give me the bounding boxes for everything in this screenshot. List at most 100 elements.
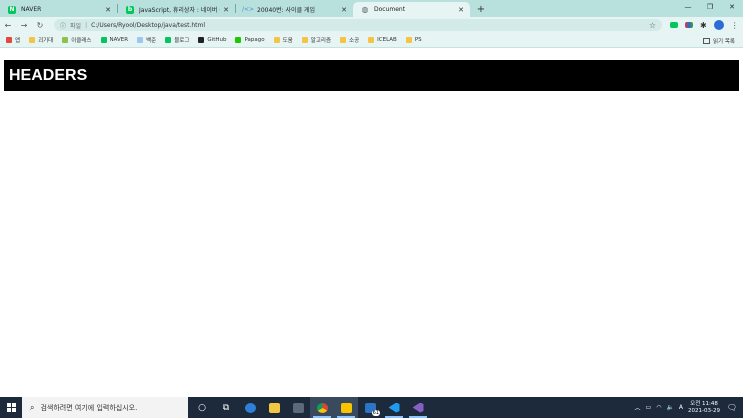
bookmark-item[interactable]: 블로그 bbox=[165, 36, 189, 44]
task-view-icon[interactable]: ⧉ bbox=[214, 397, 238, 418]
bookmark-star-icon[interactable]: ☆ bbox=[649, 21, 656, 30]
chevron-up-icon[interactable]: ︿ bbox=[635, 403, 641, 412]
bookmark-label: 앱 bbox=[15, 38, 21, 44]
start-button[interactable] bbox=[0, 397, 22, 418]
browser-tab-strip: N NAVER ✕ b JavaScript, 휴리상자 : 네이버 블 ✕ /… bbox=[0, 0, 743, 17]
close-icon[interactable]: ✕ bbox=[458, 6, 464, 14]
clock-date: 2021-03-29 bbox=[688, 407, 720, 414]
edge-legacy-icon[interactable] bbox=[238, 397, 262, 418]
folder-icon bbox=[301, 37, 308, 43]
minimize-button[interactable]: — bbox=[677, 0, 699, 14]
naver-extension-icon[interactable] bbox=[670, 22, 678, 28]
bookmark-label: GitHub bbox=[207, 37, 227, 43]
bookmark-item[interactable]: 소공 bbox=[340, 36, 359, 44]
search-placeholder: 검색하려면 여기에 입력하십시오. bbox=[40, 403, 138, 412]
forward-arrow-icon[interactable]: → bbox=[16, 21, 32, 30]
puzzle-extensions-icon[interactable]: ✱ bbox=[700, 21, 707, 30]
visual-studio-icon[interactable] bbox=[406, 397, 430, 418]
network-icon[interactable]: ◠ bbox=[656, 404, 661, 411]
cortana-icon[interactable]: ○ bbox=[190, 397, 214, 418]
naver-icon bbox=[100, 37, 107, 43]
bookmark-item[interactable]: 도움 bbox=[273, 36, 293, 44]
bookmark-label: 알고리즘 bbox=[310, 38, 332, 44]
bookmark-item[interactable]: NAVER bbox=[100, 37, 129, 43]
bookmark-item[interactable]: Papago bbox=[235, 37, 265, 43]
new-tab-button[interactable]: + bbox=[474, 2, 488, 17]
reading-list-label: 읽기 목록 bbox=[713, 38, 735, 45]
globe-icon: ◍ bbox=[361, 5, 369, 14]
tab-title: 20040번: 사이클 게임 bbox=[257, 7, 316, 14]
baekjoon-icon bbox=[137, 37, 144, 43]
bookmark-label: PS bbox=[414, 37, 422, 43]
papago-icon bbox=[235, 37, 242, 43]
bookmark-label: Papago bbox=[244, 37, 265, 43]
clock-time: 오전 11:48 bbox=[690, 400, 718, 407]
reading-list-icon bbox=[703, 37, 710, 44]
mail-icon[interactable]: 61 bbox=[358, 397, 382, 418]
vscode-icon[interactable] bbox=[382, 397, 406, 418]
github-icon bbox=[198, 37, 205, 43]
bookmarks-bar: 앱 괴기대 이클래스 NAVER 백준 블로그 GitHub Papago 도움 알고리즘 소공 IC… bbox=[0, 33, 743, 48]
bookmark-item[interactable]: ICELAB bbox=[368, 37, 397, 43]
info-icon[interactable]: ⓘ bbox=[60, 21, 66, 30]
page-viewport: HEADERS bbox=[0, 49, 743, 397]
bookmark-item[interactable]: 괴기대 bbox=[29, 36, 53, 44]
bookmark-item[interactable]: GitHub bbox=[198, 37, 226, 43]
profile-avatar-icon[interactable] bbox=[713, 20, 724, 30]
bookmark-item[interactable]: 백준 bbox=[137, 36, 156, 44]
folder-icon bbox=[273, 37, 280, 43]
battery-icon[interactable]: ▭ bbox=[646, 404, 652, 411]
file-explorer-icon[interactable] bbox=[262, 397, 286, 418]
ime-indicator[interactable]: A bbox=[679, 404, 683, 411]
close-icon[interactable]: ✕ bbox=[223, 6, 229, 14]
bookmark-item[interactable]: PS bbox=[405, 37, 422, 43]
windows-taskbar: ⌕ 검색하려면 여기에 입력하십시오. ○ ⧉ 61 ︿ ▭ ◠ 🔈 A 오전 … bbox=[0, 397, 743, 418]
folder-icon bbox=[368, 37, 375, 43]
search-icon: ⌕ bbox=[30, 402, 35, 412]
bookmark-label: 블로그 bbox=[174, 38, 190, 44]
folder-icon bbox=[405, 37, 412, 43]
tab-title: JavaScript, 휴리상자 : 네이버 블 bbox=[139, 7, 221, 14]
bookmark-label: 괴기대 bbox=[38, 38, 54, 44]
reading-list-button[interactable]: 읽기 목록 bbox=[703, 33, 735, 48]
calculator-icon[interactable] bbox=[286, 397, 310, 418]
bookmark-label: NAVER bbox=[109, 37, 129, 43]
back-arrow-icon[interactable]: ← bbox=[0, 21, 16, 30]
browser-toolbar: ← → ↻ ⓘ 파일 | C:/Users/Ryool/Desktop/java… bbox=[0, 17, 743, 33]
taskbar-search[interactable]: ⌕ 검색하려면 여기에 입력하십시오. bbox=[22, 397, 188, 418]
naver-icon: N bbox=[8, 5, 16, 14]
volume-icon[interactable]: 🔈 bbox=[666, 404, 673, 411]
url-text[interactable]: C:/Users/Ryool/Desktop/java/test.html bbox=[91, 22, 205, 29]
menu-kebab-icon[interactable]: ⋮ bbox=[731, 21, 739, 30]
folder-icon bbox=[29, 37, 36, 43]
tab-naver[interactable]: N NAVER ✕ bbox=[0, 2, 117, 17]
apps-grid-icon bbox=[6, 37, 12, 43]
chrome-icon[interactable] bbox=[310, 397, 334, 418]
bookmark-label: 이클래스 bbox=[71, 38, 92, 44]
close-window-button[interactable]: ✕ bbox=[721, 0, 743, 14]
tab-naver-blog[interactable]: b JavaScript, 휴리상자 : 네이버 블 ✕ bbox=[118, 2, 235, 17]
close-icon[interactable]: ✕ bbox=[341, 6, 347, 14]
sticky-notes-icon[interactable] bbox=[334, 397, 358, 418]
windows-logo-icon bbox=[6, 403, 16, 412]
bookmark-item[interactable]: 앱 bbox=[6, 36, 20, 44]
tab-baekjoon[interactable]: /<> 20040번: 사이클 게임 ✕ bbox=[236, 2, 353, 17]
tab-document[interactable]: ◍ Document ✕ bbox=[353, 2, 470, 17]
maximize-button[interactable]: ❐ bbox=[699, 0, 721, 14]
reload-icon[interactable]: ↻ bbox=[32, 21, 48, 30]
notification-center-icon[interactable]: 🗨 bbox=[725, 397, 739, 418]
bookmark-item[interactable]: 이클래스 bbox=[62, 36, 92, 44]
extensions-area: ✱ ⋮ bbox=[670, 20, 739, 30]
color-extension-icon[interactable] bbox=[685, 22, 693, 28]
baekjoon-icon: /<> bbox=[241, 6, 255, 13]
eclass-icon bbox=[62, 37, 69, 43]
address-bar[interactable]: ⓘ 파일 | C:/Users/Ryool/Desktop/java/test.… bbox=[54, 19, 662, 31]
bookmark-label: 백준 bbox=[146, 38, 157, 44]
system-tray: ︿ ▭ ◠ 🔈 A 오전 11:48 2021-03-29 🗨 bbox=[635, 397, 743, 418]
close-icon[interactable]: ✕ bbox=[105, 6, 111, 14]
bookmark-item[interactable]: 알고리즘 bbox=[301, 36, 332, 44]
folder-icon bbox=[340, 37, 347, 43]
bookmark-label: 소공 bbox=[349, 38, 360, 44]
clock[interactable]: 오전 11:48 2021-03-29 bbox=[688, 401, 720, 415]
address-separator: | bbox=[85, 21, 88, 29]
